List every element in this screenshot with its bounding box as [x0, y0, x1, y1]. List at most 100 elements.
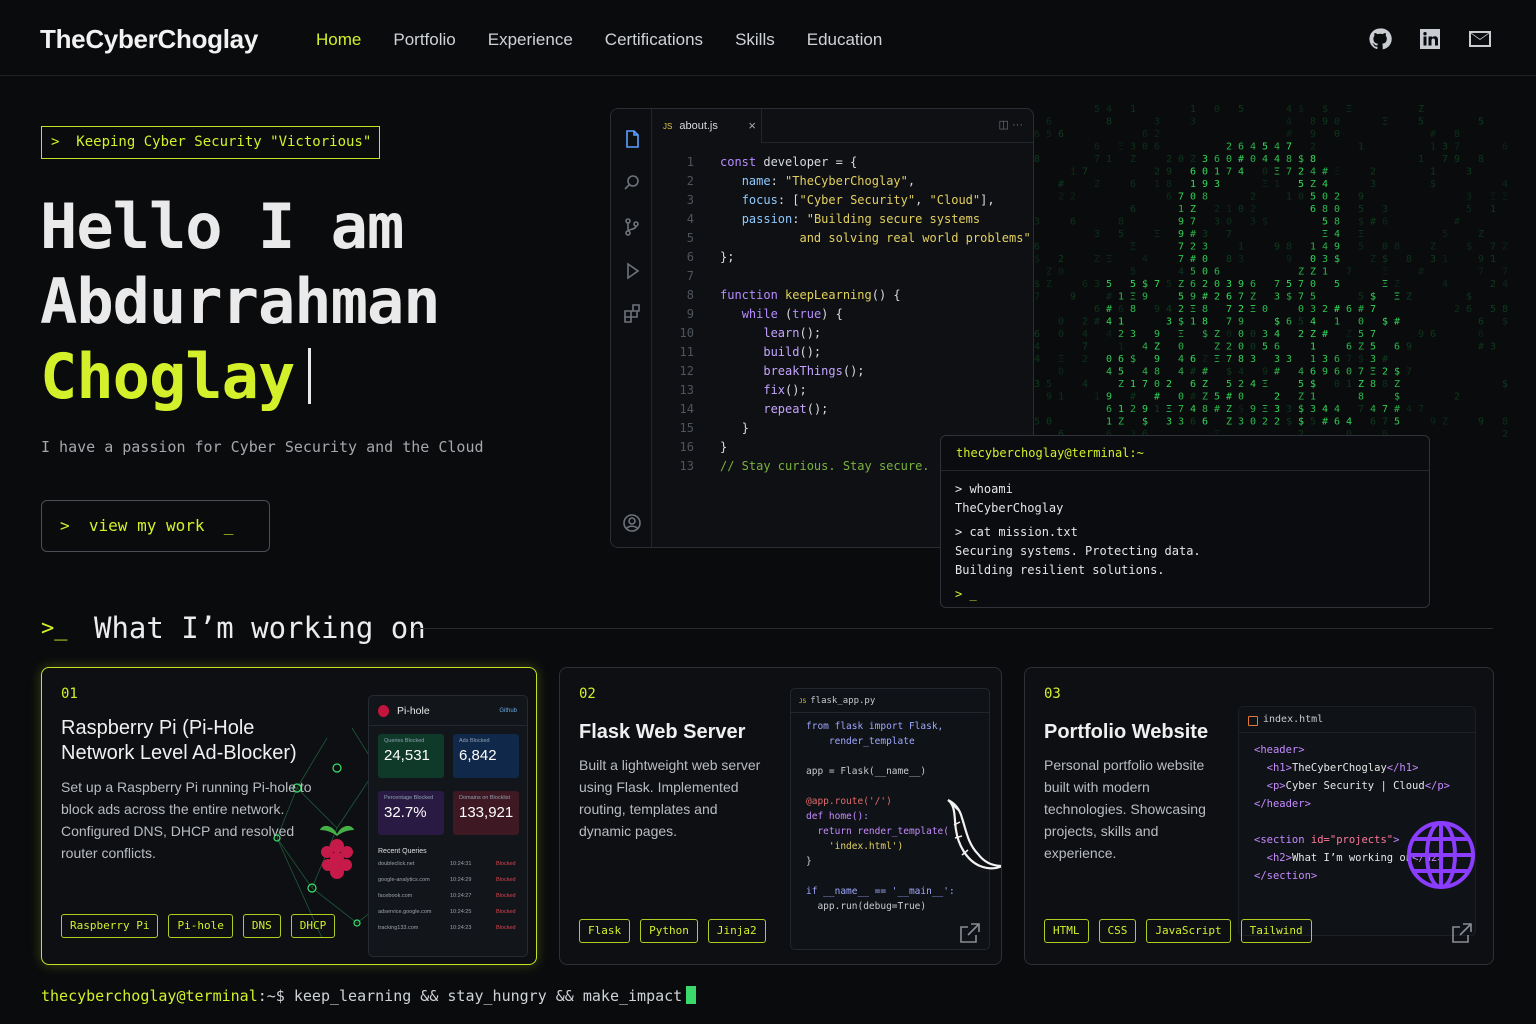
matrix-glyph: 3 [1166, 417, 1172, 428]
matrix-glyph: # [1190, 367, 1196, 378]
matrix-glyph: 0 [1202, 254, 1208, 265]
editor-tab-label: about.js [679, 120, 718, 132]
query-status: Blocked [496, 925, 516, 931]
external-link-icon[interactable] [959, 922, 981, 944]
matrix-glyph: 8 [1118, 217, 1124, 228]
matrix-glyph: 9 [1202, 179, 1208, 190]
matrix-glyph: 4 [1310, 167, 1316, 178]
line-number: 4 [686, 212, 694, 226]
matrix-glyph: 9 [1178, 229, 1184, 240]
code-token: "TheCyberChoglay" [785, 174, 908, 188]
source-control-icon[interactable] [622, 217, 642, 237]
hero-name-last: Choglay [40, 340, 312, 413]
view-work-button[interactable]: > view my work _ [41, 500, 270, 552]
close-tab-icon[interactable]: × [748, 109, 756, 143]
flask-code-tab: JS flask_app.py [791, 689, 989, 713]
nav-certifications[interactable]: Certifications [605, 30, 703, 50]
matrix-glyph: Ξ [1250, 304, 1256, 315]
matrix-glyph: 1 [1130, 104, 1136, 115]
matrix-glyph: 3 [1154, 117, 1160, 128]
editor-tools-icon[interactable]: ◫ ··· [999, 118, 1023, 131]
mail-icon[interactable] [1468, 27, 1492, 51]
search-icon[interactable] [622, 173, 642, 193]
matrix-glyph: # [1334, 304, 1340, 315]
nav-skills[interactable]: Skills [735, 30, 775, 50]
files-icon[interactable] [622, 129, 642, 149]
code-token: id="projects" [1310, 834, 1394, 846]
matrix-glyph: 3 [1442, 142, 1448, 153]
matrix-glyph: 6 [1058, 129, 1064, 140]
matrix-glyph: 3 [1094, 279, 1100, 290]
code-token: "Cloud" [929, 193, 981, 207]
matrix-glyph: 2 [1310, 142, 1316, 153]
matrix-glyph: 3 [1274, 404, 1280, 415]
stat-value: 32.7% [384, 804, 427, 821]
desc-line: Configured DNS, DHCP and resolved [61, 823, 295, 839]
matrix-glyph: 2 [1502, 429, 1508, 440]
matrix-glyph: Z [1298, 267, 1304, 278]
code-token: : [ [777, 193, 800, 207]
matrix-glyph: 4 [1250, 142, 1256, 153]
matrix-glyph: 2 [1082, 354, 1088, 365]
project-card-pihole[interactable]: 01 Raspberry Pi (Pi-Hole Network Level A… [41, 667, 537, 965]
matrix-glyph: 0 [1202, 267, 1208, 278]
matrix-glyph: 2 [1274, 392, 1280, 403]
matrix-glyph: $ [1394, 367, 1400, 378]
matrix-glyph: 4 [1502, 179, 1508, 190]
external-link-icon[interactable] [1451, 922, 1473, 944]
matrix-glyph: 3 [1382, 204, 1388, 215]
account-icon[interactable] [622, 513, 642, 533]
matrix-glyph: 8 [1202, 192, 1208, 203]
matrix-glyph: 0 [1058, 317, 1064, 328]
terminal-output: > whoami TheCyberChoglay > cat mission.t… [941, 471, 1429, 607]
matrix-glyph: 7 [1370, 304, 1376, 315]
query-status: Blocked [496, 909, 516, 915]
matrix-glyph: 6 [1034, 242, 1040, 253]
matrix-glyph: Z [1214, 342, 1220, 353]
code-line: app.run(debug=True) [806, 901, 927, 912]
matrix-glyph: 6 [1190, 379, 1196, 390]
matrix-glyph: 2 [1130, 404, 1136, 415]
brand-logo[interactable]: TheCyberChoglay [40, 24, 258, 55]
matrix-glyph: 6 [1478, 317, 1484, 328]
run-debug-icon[interactable] [622, 261, 642, 281]
matrix-glyph: 6 [1214, 154, 1220, 165]
matrix-glyph: # [1394, 404, 1400, 415]
matrix-glyph: Z [1430, 242, 1436, 253]
extensions-icon[interactable] [622, 303, 642, 323]
matrix-glyph: 8 [1478, 154, 1484, 165]
matrix-glyph: 2 [1334, 192, 1340, 203]
matrix-glyph: 4 [1106, 367, 1112, 378]
js-file-icon: JS [663, 122, 673, 131]
matrix-glyph: 1 [1490, 254, 1496, 265]
project-description: Personal portfolio website built with mo… [1044, 754, 1206, 864]
nav-portfolio[interactable]: Portfolio [393, 30, 455, 50]
linkedin-icon[interactable] [1418, 27, 1442, 51]
tag-flask: Flask [579, 919, 631, 943]
matrix-glyph: 6 [1118, 304, 1124, 315]
matrix-glyph: $ [1130, 354, 1136, 365]
nav-experience[interactable]: Experience [488, 30, 573, 50]
matrix-glyph: 0 [1046, 417, 1052, 428]
matrix-glyph: $ [1178, 317, 1184, 328]
matrix-glyph: 7 [1190, 217, 1196, 228]
matrix-glyph: # [1358, 304, 1364, 315]
matrix-glyph: 3 [1274, 354, 1280, 365]
project-card-flask[interactable]: 02 Flask Web Server Built a lightweight … [559, 667, 1002, 965]
matrix-glyph: # [1190, 229, 1196, 240]
editor-tab-about[interactable]: JS about.js × [652, 109, 762, 143]
matrix-glyph: Ξ [1502, 192, 1508, 203]
nav-education[interactable]: Education [807, 30, 883, 50]
matrix-glyph: 0 [1334, 204, 1340, 215]
project-card-portfolio[interactable]: 03 Portfolio Website Personal portfolio … [1024, 667, 1494, 965]
nav-home[interactable]: Home [316, 30, 361, 50]
project-title: Portfolio Website [1044, 721, 1209, 743]
terminal-prompt[interactable]: > _ [955, 585, 1415, 604]
stat-label: Percentage Blocked [384, 795, 434, 801]
matrix-glyph: 7 [1154, 279, 1160, 290]
github-icon[interactable] [1368, 27, 1392, 51]
matrix-glyph: # [1238, 154, 1244, 165]
matrix-glyph: # [1322, 329, 1328, 340]
matrix-glyph: 0 [1238, 329, 1244, 340]
matrix-glyph: 8 [1286, 154, 1292, 165]
